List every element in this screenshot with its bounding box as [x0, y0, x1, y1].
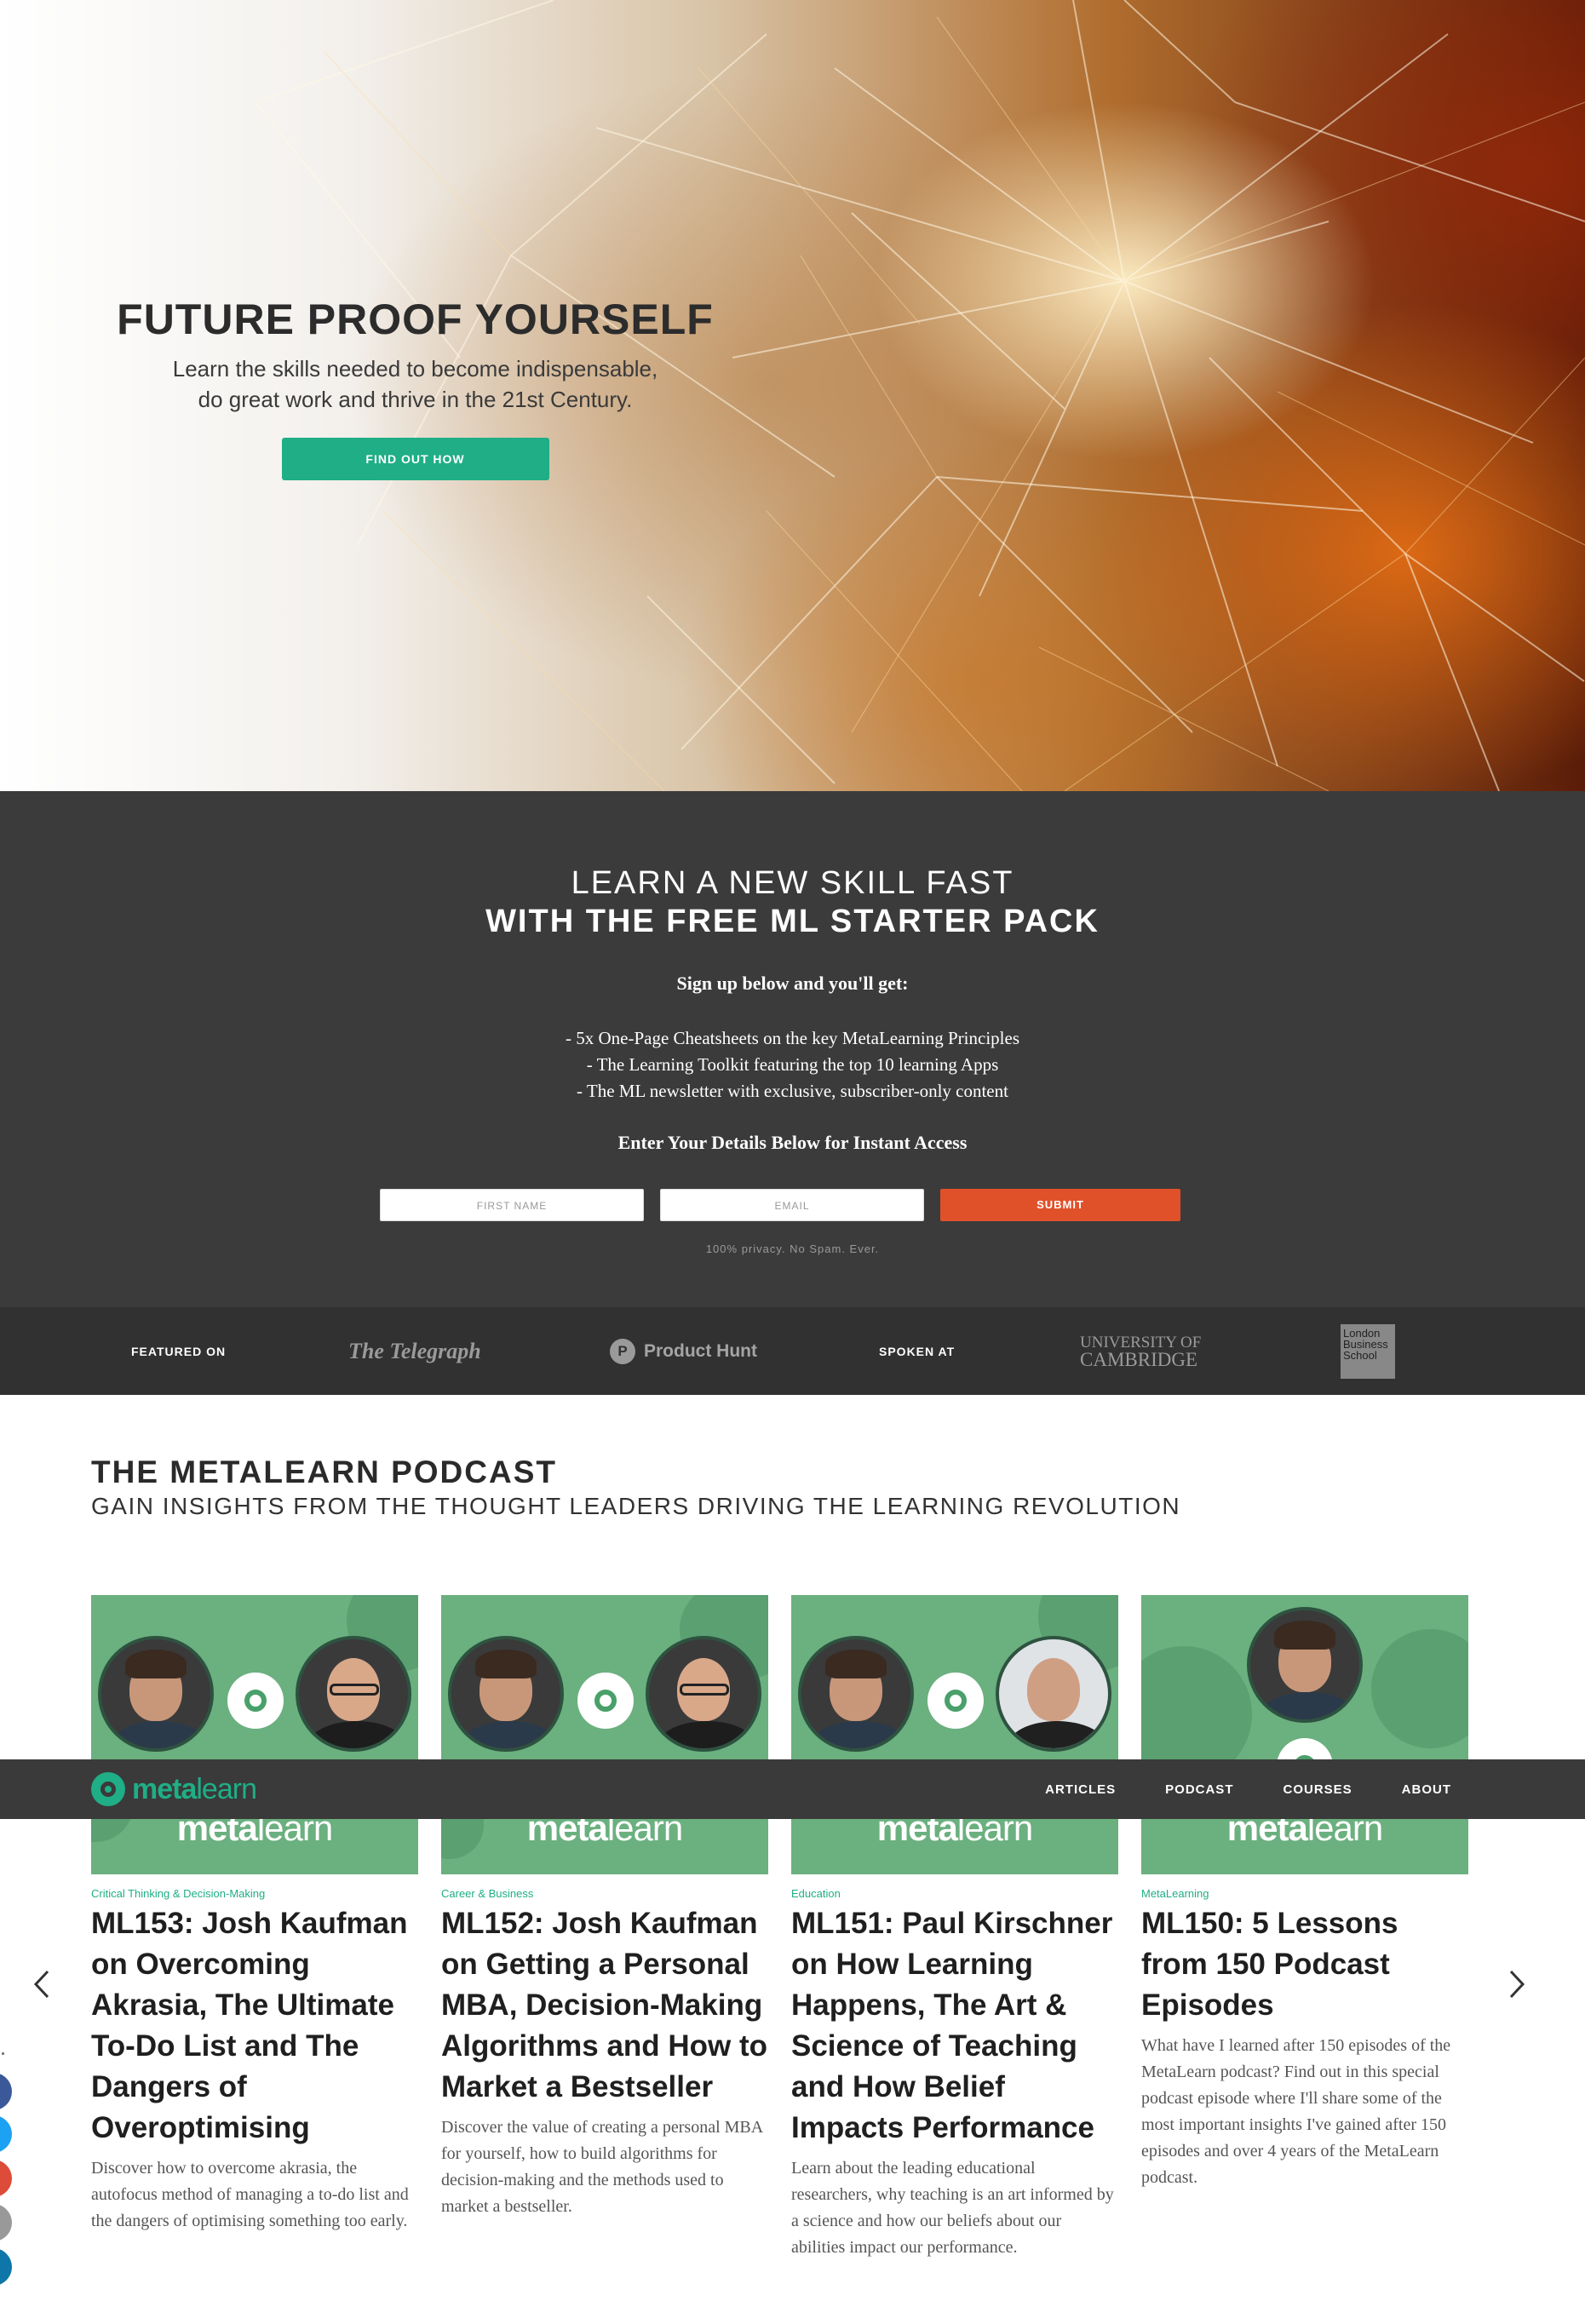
- podcast-title: THE METALEARN PODCAST: [91, 1455, 557, 1489]
- starter-heading-line-2: WITH THE FREE ML STARTER PACK: [485, 904, 1100, 939]
- access-instructions: Enter Your Details Below for Instant Acc…: [617, 1132, 968, 1153]
- nav-articles[interactable]: ARTICLES: [1045, 1782, 1116, 1797]
- telegraph-logo-wrap: The Telegraph: [348, 1307, 481, 1395]
- metalearn-mark-icon: [227, 1673, 284, 1729]
- lbs-line-2: Business: [1343, 1337, 1388, 1351]
- episode-description: Discover how to overcome akrasia, the au…: [91, 2159, 409, 2230]
- telegraph-logo: The Telegraph: [348, 1338, 481, 1363]
- email-input[interactable]: EMAIL: [660, 1189, 924, 1221]
- benefit-item: - 5x One-Page Cheatsheets on the key Met…: [565, 1028, 1019, 1048]
- google-plus-icon[interactable]: [0, 2160, 12, 2197]
- nav-podcast[interactable]: PODCAST: [1165, 1782, 1233, 1797]
- metalearn-mark-icon: [577, 1673, 634, 1729]
- featured-bar: FEATURED ON The Telegraph P Product Hunt…: [0, 1307, 1585, 1395]
- host-avatar: [1247, 1607, 1363, 1723]
- signup-form: FIRST NAME EMAIL SUBMIT: [380, 1189, 1180, 1221]
- nav-courses[interactable]: COURSES: [1283, 1782, 1352, 1797]
- nav-about[interactable]: ABOUT: [1402, 1782, 1451, 1797]
- podcast-card[interactable]: metalearn Education ML151: Paul Kirschne…: [791, 1595, 1118, 2261]
- spoken-at-label: SPOKEN AT: [879, 1344, 956, 1358]
- guest-avatar: [646, 1636, 761, 1752]
- guest-avatar: [996, 1636, 1111, 1752]
- lbs-line-1: London: [1343, 1326, 1381, 1340]
- episode-description: What have I learned after 150 episodes o…: [1141, 2036, 1451, 2187]
- episode-title[interactable]: ML152: Josh Kaufman on Getting a Persona…: [441, 1903, 768, 2108]
- metalearn-logo-icon: [91, 1772, 125, 1806]
- submit-button[interactable]: SUBMIT: [940, 1189, 1180, 1221]
- starter-heading-line-1: LEARN A NEW SKILL FAST: [571, 865, 1014, 901]
- benefit-item: - The ML newsletter with exclusive, subs…: [577, 1081, 1008, 1101]
- hero-subtitle: Learn the skills needed to become indisp…: [102, 353, 728, 416]
- host-avatar: [448, 1636, 564, 1752]
- category-link[interactable]: MetaLearning: [1141, 1887, 1468, 1900]
- starter-pack-section: LEARN A NEW SKILL FAST WITH THE FREE ML …: [0, 791, 1585, 1307]
- podcast-card[interactable]: metalearn Critical Thinking & Decision-M…: [91, 1595, 418, 2235]
- chevron-left-icon: [33, 1970, 49, 1999]
- spoken-at-label-wrap: SPOKEN AT: [879, 1307, 955, 1395]
- hero-subtitle-line-1: Learn the skills needed to become indisp…: [172, 356, 658, 382]
- share-count-dot: [2, 2052, 4, 2055]
- category-link[interactable]: Critical Thinking & Decision-Making: [91, 1887, 418, 1900]
- host-avatar: [798, 1636, 914, 1752]
- cambridge-line-2: CAMBRIDGE: [1080, 1348, 1198, 1370]
- host-avatar: [98, 1636, 214, 1752]
- product-hunt-logo: P Product Hunt: [610, 1307, 757, 1395]
- metalearn-logo[interactable]: metalearn: [91, 1772, 257, 1806]
- hero-subtitle-line-2: do great work and thrive in the 21st Cen…: [198, 387, 633, 413]
- featured-on-label-wrap: FEATURED ON: [131, 1307, 226, 1395]
- podcast-card[interactable]: metalearn MetaLearning ML150: 5 Lessons …: [1141, 1595, 1468, 2191]
- twitter-icon[interactable]: [0, 2115, 12, 2153]
- facebook-icon[interactable]: [0, 2073, 12, 2110]
- chevron-right-icon: [1509, 1970, 1525, 1999]
- carousel-next-button[interactable]: [1499, 1963, 1533, 2006]
- product-hunt-label: Product Hunt: [644, 1340, 757, 1361]
- episode-title[interactable]: ML153: Josh Kaufman on Overcoming Akrasi…: [91, 1903, 418, 2149]
- episode-thumbnail[interactable]: metalearn: [91, 1595, 418, 1874]
- episode-description: Learn about the leading educational rese…: [791, 2159, 1114, 2257]
- sticky-navbar: metalearn ARTICLES PODCAST COURSES ABOUT: [0, 1759, 1585, 1819]
- product-hunt-icon: P: [610, 1338, 635, 1364]
- episode-thumbnail[interactable]: metalearn: [1141, 1595, 1468, 1874]
- nav-links: ARTICLES PODCAST COURSES ABOUT: [996, 1759, 1451, 1819]
- signup-intro: Sign up below and you'll get:: [676, 973, 909, 994]
- category-link[interactable]: Education: [791, 1887, 1118, 1900]
- carousel-prev-button[interactable]: [26, 1963, 60, 2006]
- lbs-line-3: School: [1343, 1348, 1377, 1362]
- benefit-item: - The Learning Toolkit featuring the top…: [586, 1054, 999, 1075]
- metalearn-logo-text: metalearn: [132, 1772, 257, 1805]
- linkedin-icon[interactable]: [0, 2248, 12, 2286]
- episode-title[interactable]: ML150: 5 Lessons from 150 Podcast Episod…: [1141, 1903, 1468, 2026]
- first-name-input[interactable]: FIRST NAME: [380, 1189, 644, 1221]
- featured-on-label: FEATURED ON: [131, 1344, 227, 1358]
- hero-title: FUTURE PROOF YOURSELF: [117, 296, 714, 343]
- find-out-how-button[interactable]: FIND OUT HOW: [281, 437, 549, 480]
- hero-banner: FUTURE PROOF YOURSELF Learn the skills n…: [0, 0, 1585, 791]
- london-business-school-logo: London Business School: [1341, 1307, 1395, 1395]
- category-link[interactable]: Career & Business: [441, 1887, 768, 1900]
- podcast-card[interactable]: metalearn Career & Business ML152: Josh …: [441, 1595, 768, 2220]
- metalearn-mark-icon: [927, 1673, 984, 1729]
- email-icon[interactable]: [0, 2204, 12, 2241]
- cambridge-logo: UNIVERSITY OF CAMBRIDGE: [1080, 1307, 1201, 1395]
- guest-avatar: [296, 1636, 411, 1752]
- hero-content: FUTURE PROOF YOURSELF Learn the skills n…: [102, 296, 728, 480]
- benefit-list: - 5x One-Page Cheatsheets on the key Met…: [0, 1025, 1585, 1105]
- privacy-note: 100% privacy. No Spam. Ever.: [705, 1242, 880, 1255]
- episode-description: Discover the value of creating a persona…: [441, 2118, 763, 2216]
- episode-thumbnail[interactable]: metalearn: [441, 1595, 768, 1874]
- episode-title[interactable]: ML151: Paul Kirschner on How Learning Ha…: [791, 1903, 1118, 2149]
- episode-thumbnail[interactable]: metalearn: [791, 1595, 1118, 1874]
- podcast-subtitle: GAIN INSIGHTS FROM THE THOUGHT LEADERS D…: [91, 1493, 1181, 1519]
